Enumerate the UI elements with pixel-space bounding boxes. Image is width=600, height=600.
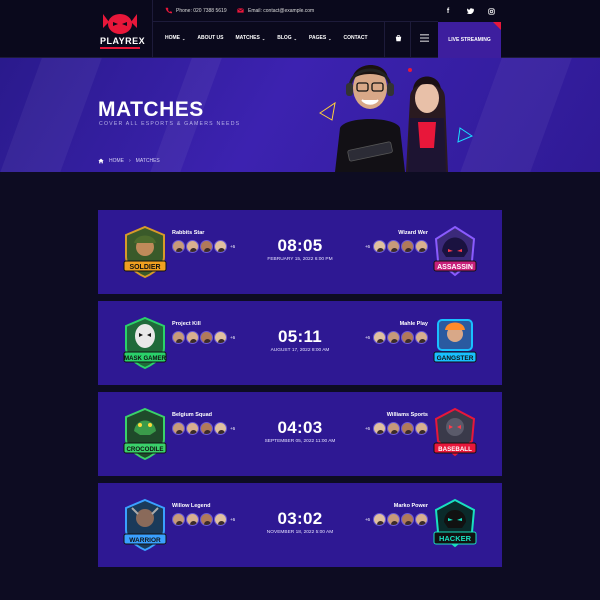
match-card[interactable]: SOLDIER Rabbits Star +6 08:05 FEBRUARY 1…: [98, 210, 502, 294]
emblem-label: CROCODILE: [126, 446, 163, 453]
match-card[interactable]: WARRIOR Willow Legend +6 03:02 NOVEMBER …: [98, 483, 502, 567]
team-name[interactable]: Marko Power: [363, 503, 428, 509]
emblem-label: HACKER: [439, 534, 472, 543]
phone-text: Phone: 020 7388 5619: [176, 7, 227, 14]
avatar[interactable]: [387, 422, 400, 435]
nav-item-matches[interactable]: MATCHES ⌄: [235, 35, 265, 41]
match-card[interactable]: CROCODILE Belgium Squad +6 04:03 SEPTEMB…: [98, 392, 502, 476]
live-streaming-button[interactable]: LIVE STREAMING: [438, 22, 501, 58]
avatar[interactable]: [373, 422, 386, 435]
avatar[interactable]: [401, 240, 414, 253]
emblem-label: BASEBALL: [438, 446, 472, 453]
phone-icon: [165, 7, 172, 14]
nav-item-blog[interactable]: BLOG ⌄: [277, 35, 297, 41]
avatar[interactable]: [401, 513, 414, 526]
avatar[interactable]: [373, 513, 386, 526]
more-players-count: +6: [364, 426, 370, 431]
team-away: Williams Sports +6: [363, 412, 428, 435]
nav-divider: [384, 22, 385, 58]
nav-divider: [410, 22, 411, 58]
avatar[interactable]: [415, 331, 428, 344]
menu-icon[interactable]: [418, 32, 430, 44]
facebook-icon[interactable]: f: [440, 4, 456, 18]
team-away: Wizard Wer +6: [363, 230, 428, 253]
more-players-count: +6: [364, 517, 370, 522]
emblem-label: SOLDIER: [129, 264, 160, 271]
instagram-icon[interactable]: [483, 4, 499, 18]
chevron-down-icon: ⌄: [182, 35, 186, 41]
nav-item-contact[interactable]: CONTACT: [344, 35, 368, 41]
team-name[interactable]: Mahle Play: [363, 321, 428, 327]
mail-icon: [237, 8, 244, 13]
gangster-logo-icon: GANGSTER: [433, 319, 477, 363]
chevron-right-icon: ›: [129, 158, 131, 164]
nav-item-pages[interactable]: PAGES ⌄: [309, 35, 332, 41]
player-avatars: +6: [363, 513, 428, 526]
phone-contact[interactable]: Phone: 020 7388 5619: [165, 7, 227, 14]
chevron-down-icon: ⌄: [261, 35, 266, 41]
breadcrumb-current: MATCHES: [135, 158, 160, 164]
avatar[interactable]: [401, 331, 414, 344]
page-subtitle: COVER ALL ESPORTS & GAMERS NEEDS: [99, 121, 241, 127]
avatar[interactable]: [401, 422, 414, 435]
page-title: MATCHES: [98, 98, 204, 121]
email-contact[interactable]: Email: contact@example.com: [237, 7, 314, 14]
brand-name[interactable]: PLAYREX: [100, 36, 145, 46]
assassin-logo-icon: ASSASSIN: [433, 225, 477, 277]
team-away: Mahle Play +6: [363, 321, 428, 344]
breadcrumb-home[interactable]: HOME: [109, 158, 124, 164]
avatar[interactable]: [387, 513, 400, 526]
page-hero: MATCHES COVER ALL ESPORTS & GAMERS NEEDS…: [0, 58, 600, 172]
more-players-count: +6: [364, 244, 370, 249]
player-avatars: +6: [363, 422, 428, 435]
player-avatars: +6: [363, 240, 428, 253]
nav-item-about[interactable]: ABOUT US: [197, 35, 223, 41]
site-header: PLAYREX Phone: 020 7388 5619 Email: cont…: [0, 0, 600, 58]
team-name[interactable]: Wizard Wer: [363, 230, 428, 236]
avatar[interactable]: [373, 240, 386, 253]
emblem-label: MASK GAMER: [124, 356, 166, 362]
avatar[interactable]: [387, 240, 400, 253]
topbar-divider: [152, 21, 438, 22]
chevron-down-icon: ⌄: [328, 35, 332, 41]
emblem-label: GANGSTER: [437, 355, 474, 362]
avatar[interactable]: [415, 422, 428, 435]
avatar[interactable]: [373, 331, 386, 344]
gamers-image: [319, 65, 474, 172]
main-nav: HOME ⌄ ABOUT US MATCHES ⌄ BLOG ⌄ PAGES ⌄ CON…: [165, 35, 368, 41]
twitter-icon[interactable]: [462, 4, 478, 18]
baseball-logo-icon: BASEBALL: [433, 407, 477, 457]
cart-icon[interactable]: [392, 32, 404, 44]
player-avatars: +6: [363, 331, 428, 344]
header-divider: [152, 0, 153, 58]
breadcrumb: HOME › MATCHES: [98, 158, 160, 164]
brand-underline: [100, 47, 140, 49]
home-icon: [98, 158, 104, 164]
chevron-down-icon: ⌄: [293, 35, 298, 41]
team-name[interactable]: Williams Sports: [363, 412, 428, 418]
hacker-logo-icon: HACKER: [433, 498, 477, 548]
emblem-label: ASSASSIN: [437, 264, 473, 271]
email-text: Email: contact@example.com: [248, 7, 315, 14]
emblem-label: WARRIOR: [129, 537, 161, 544]
more-players-count: +6: [364, 335, 370, 340]
nav-item-home[interactable]: HOME ⌄: [165, 35, 185, 41]
avatar[interactable]: [387, 331, 400, 344]
avatar[interactable]: [415, 240, 428, 253]
match-card[interactable]: MASK GAMER Project Kill +6 05:11 AUGUST …: [98, 301, 502, 385]
team-away: Marko Power +6: [363, 503, 428, 526]
avatar[interactable]: [415, 513, 428, 526]
